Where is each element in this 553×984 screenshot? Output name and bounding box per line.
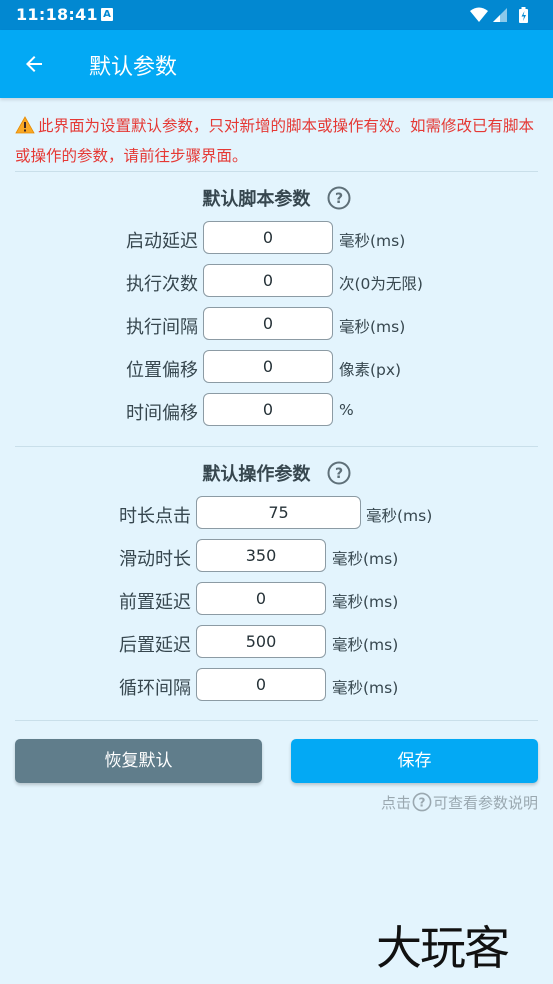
row-label: 循环间隔 <box>119 678 191 699</box>
system-icons <box>469 6 537 28</box>
save-button[interactable]: 保存 <box>291 739 538 783</box>
svg-text:?: ? <box>335 466 343 482</box>
page-title: 默认参数 <box>89 55 178 80</box>
svg-text:?: ? <box>419 796 426 810</box>
row-unit: 毫秒(ms) <box>332 593 399 611</box>
hint-suffix: 可查看参数说明 <box>432 794 538 812</box>
battery-icon <box>519 7 528 23</box>
row-label: 执行间隔 <box>126 317 198 338</box>
row-label: 位置偏移 <box>126 360 198 381</box>
help-icon[interactable]: ? <box>327 461 351 490</box>
click-duration-input[interactable]: 75 <box>196 496 361 529</box>
script-section-title: 默认脚本参数 ? <box>0 185 553 215</box>
row-unit: 毫秒(ms) <box>332 636 399 654</box>
warning-notice: 此界面为设置默认参数，只对新增的脚本或操作有效。如需修改已有脚本或操作的参数，请… <box>15 113 540 170</box>
loop-interval-input[interactable]: 0 <box>196 668 326 701</box>
action-section-title: 默认操作参数 ? <box>0 460 553 490</box>
divider <box>15 446 538 447</box>
status-bar: 11:18:41 A <box>0 0 553 30</box>
post-delay-input[interactable]: 500 <box>196 625 326 658</box>
row-label: 滑动时长 <box>119 549 191 570</box>
divider <box>15 720 538 721</box>
help-hint: 点击 ? 可查看参数说明 <box>381 792 538 816</box>
exec-interval-input[interactable]: 0 <box>203 307 333 340</box>
warning-text: 此界面为设置默认参数，只对新增的脚本或操作有效。如需修改已有脚本或操作的参数，请… <box>15 117 535 165</box>
help-icon[interactable]: ? <box>327 186 351 215</box>
row-label: 启动延迟 <box>126 231 198 252</box>
watermark-logo: 大玩客 <box>376 921 510 975</box>
help-icon: ? <box>412 792 432 816</box>
row-unit: 次(0为无限) <box>339 275 423 293</box>
position-offset-input[interactable]: 0 <box>203 350 333 383</box>
restore-defaults-button[interactable]: 恢复默认 <box>15 739 262 783</box>
notification-a-icon: A <box>101 8 113 21</box>
swipe-duration-input[interactable]: 350 <box>196 539 326 572</box>
app-bar: 默认参数 <box>0 30 553 98</box>
row-unit: 像素(px) <box>339 361 402 379</box>
row-unit: 毫秒(ms) <box>366 507 433 525</box>
row-label: 前置延迟 <box>119 592 191 613</box>
svg-text:?: ? <box>335 191 343 207</box>
row-unit: 毫秒(ms) <box>332 550 399 568</box>
divider <box>15 171 538 172</box>
row-label: 时长点击 <box>119 506 191 527</box>
time-offset-input[interactable]: 0 <box>203 393 333 426</box>
row-unit: 毫秒(ms) <box>339 232 406 250</box>
back-arrow-icon[interactable] <box>22 52 46 76</box>
row-unit: 毫秒(ms) <box>339 318 406 336</box>
action-section-title-text: 默认操作参数 <box>202 464 311 485</box>
wifi-icon <box>470 7 488 22</box>
row-label: 时间偏移 <box>126 403 198 424</box>
row-label: 执行次数 <box>126 274 198 295</box>
signal-icon <box>493 8 507 22</box>
warning-icon <box>15 116 35 143</box>
start-delay-input[interactable]: 0 <box>203 221 333 254</box>
pre-delay-input[interactable]: 0 <box>196 582 326 615</box>
row-unit: 毫秒(ms) <box>332 679 399 697</box>
row-label: 后置延迟 <box>119 635 191 656</box>
status-time: 11:18:41 <box>16 5 98 24</box>
row-unit: % <box>339 401 354 419</box>
script-section-title-text: 默认脚本参数 <box>202 189 311 210</box>
hint-prefix: 点击 <box>380 794 411 812</box>
exec-count-input[interactable]: 0 <box>203 264 333 297</box>
